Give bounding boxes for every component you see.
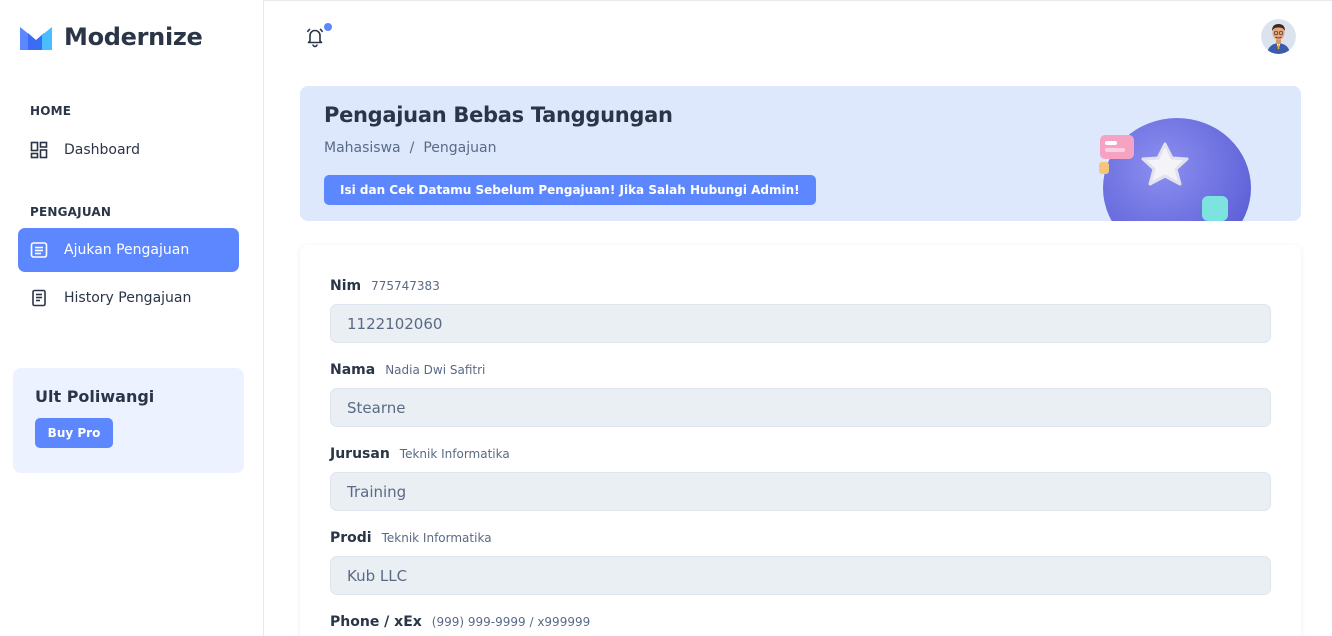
form-icon [30,241,48,259]
field-label-phone: Phone / xEx (999) 999-9999 / x999999 [330,614,590,630]
field-label-hint: 775747383 [371,279,440,293]
notification-button[interactable] [304,26,326,48]
app-root: Modernize HOME Dashboard PENGAJUAN Ajuka… [0,0,1332,636]
sidebar-item-label: Dashboard [64,142,140,158]
field-label-text: Phone / xEx [330,614,422,630]
info-alert-button[interactable]: Isi dan Cek Datamu Sebelum Pengajuan! Ji… [324,175,816,205]
page-title: Pengajuan Bebas Tanggungan [324,103,673,127]
field-label-hint: (999) 999-9999 / x999999 [431,615,591,629]
jurusan-input[interactable]: Training [330,472,1271,511]
modernize-logo-icon [20,27,52,50]
sidebar: Modernize HOME Dashboard PENGAJUAN Ajuka… [0,0,264,636]
nav-caption-pengajuan: PENGAJUAN [30,205,112,219]
user-avatar[interactable] [1261,19,1296,54]
history-icon [30,289,48,307]
bell-icon [306,28,324,48]
sidebar-item-history-pengajuan[interactable]: History Pengajuan [18,276,239,320]
buy-pro-button[interactable]: Buy Pro [35,418,113,448]
nav-caption-home: HOME [30,104,72,118]
field-label-text: Jurusan [330,446,390,462]
field-label-text: Nim [330,278,362,294]
sidebar-item-label: Ajukan Pengajuan [64,242,190,258]
field-label-text: Nama [330,362,376,378]
prodi-input[interactable]: Kub LLC [330,556,1271,595]
field-label-jurusan: Jurusan Teknik Informatika [330,446,510,462]
breadcrumb-item-pengajuan: Pengajuan [423,140,497,156]
dashboard-icon [30,141,48,159]
brand-name: Modernize [64,23,203,51]
nim-input[interactable]: 1122102060 [330,304,1271,343]
promo-title: Ult Poliwangi [35,387,155,406]
breadcrumb: Mahasiswa / Pengajuan [324,140,496,156]
field-label-prodi: Prodi Teknik Informatika [330,530,492,546]
promo-card: Ult Poliwangi Buy Pro [13,368,244,473]
field-label-nim: Nim 775747383 [330,278,440,294]
sidebar-item-ajukan-pengajuan[interactable]: Ajukan Pengajuan [18,228,239,272]
field-label-nama: Nama Nadia Dwi Safitri [330,362,485,378]
field-label-hint: Teknik Informatika [381,531,492,545]
brand-logo-link[interactable]: Modernize [18,22,203,52]
field-label-hint: Teknik Informatika [399,447,510,461]
page-banner: Pengajuan Bebas Tanggungan Mahasiswa / P… [300,86,1301,221]
nama-input[interactable]: Stearne [330,388,1271,427]
field-label-text: Prodi [330,530,372,546]
star-illustration [1099,118,1251,221]
pengajuan-form-card: Nim 775747383 1122102060 Nama Nadia Dwi … [300,245,1301,636]
breadcrumb-item-mahasiswa[interactable]: Mahasiswa [324,140,401,156]
breadcrumb-separator: / [409,140,415,156]
sidebar-item-label: History Pengajuan [64,290,192,306]
sidebar-item-dashboard[interactable]: Dashboard [18,128,239,172]
field-label-hint: Nadia Dwi Safitri [385,363,486,377]
notification-dot [324,23,332,31]
